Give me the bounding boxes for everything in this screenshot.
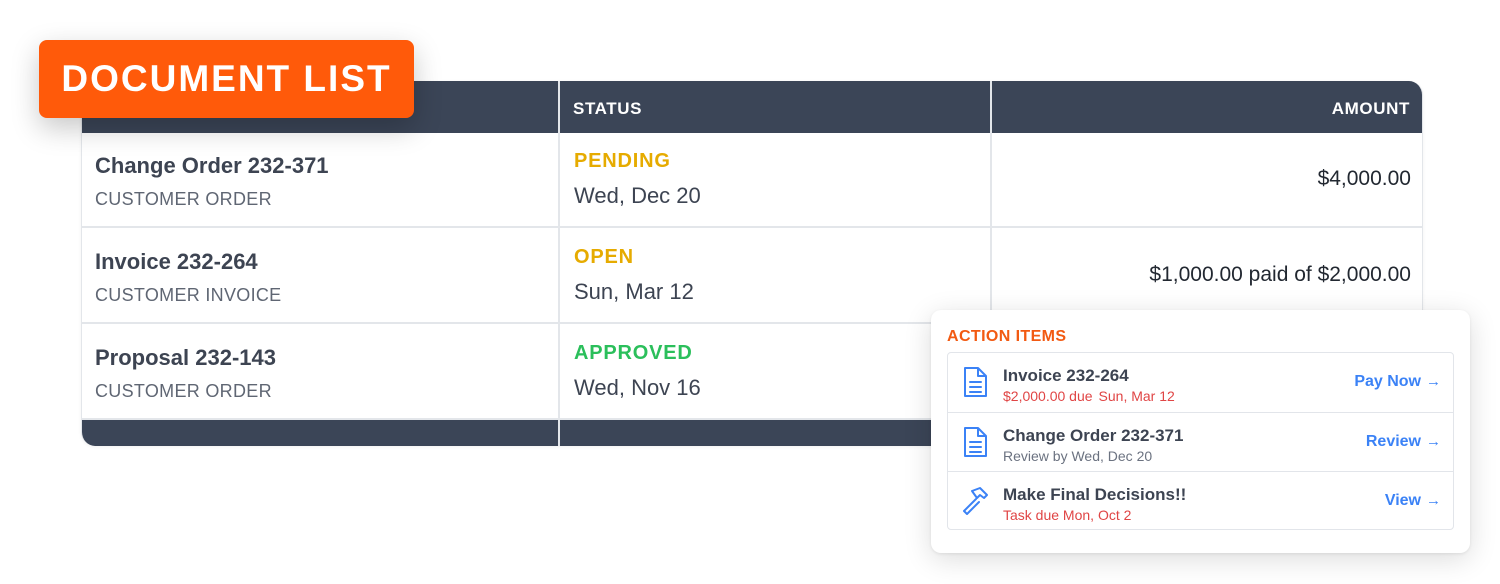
amount-value: $1,000.00 paid of $2,000.00 (1149, 263, 1411, 286)
amount-value: $4,000.00 (1317, 167, 1411, 190)
view-label: View (1384, 492, 1421, 509)
action-item-subtitle: Review by Wed, Dec 20 (1003, 448, 1153, 464)
arrow-right-icon: → (1426, 433, 1441, 450)
review-label: Review (1365, 433, 1421, 450)
status-column-header[interactable]: STATUS (573, 99, 642, 119)
column-divider (558, 81, 560, 446)
pay-now-label: Pay Now (1354, 373, 1421, 390)
document-list-badge: DOCUMENT LIST (39, 40, 414, 118)
action-items-heading: ACTION ITEMS (947, 328, 1067, 345)
arrow-right-icon: → (1426, 373, 1441, 390)
table-row[interactable]: Change Order 232-371 CUSTOMER ORDER PEND… (82, 133, 1422, 228)
due-amount: $2,000.00 due (1003, 388, 1093, 404)
action-item-title: Change Order 232-371 (1003, 426, 1184, 445)
action-items-card: ACTION ITEMS Invoice 232-264 $2,000.00 d… (931, 310, 1470, 553)
action-item-subtitle: Task due Mon, Oct 2 (1003, 507, 1132, 523)
action-item-title: Invoice 232-264 (1003, 366, 1129, 385)
document-type: CUSTOMER ORDER (95, 381, 272, 401)
status-badge: APPROVED (574, 342, 693, 364)
view-link[interactable]: View → (1385, 492, 1441, 510)
status-date: Wed, Dec 20 (574, 183, 701, 208)
document-title: Invoice 232-264 (95, 249, 258, 274)
document-title: Change Order 232-371 (95, 153, 329, 178)
document-title: Proposal 232-143 (95, 345, 276, 370)
action-item-title: Make Final Decisions!! (1003, 485, 1187, 504)
action-item-invoice[interactable]: Invoice 232-264 $2,000.00 due Sun, Mar 12… (948, 353, 1453, 412)
status-badge: PENDING (574, 150, 671, 172)
status-date: Wed, Nov 16 (574, 375, 701, 400)
document-icon (964, 427, 987, 457)
review-link[interactable]: Review → (1366, 433, 1441, 451)
status-badge: OPEN (574, 246, 634, 268)
status-date: Sun, Mar 12 (574, 279, 694, 304)
document-icon (964, 367, 987, 397)
hammer-icon (963, 487, 988, 515)
action-items-list: Invoice 232-264 $2,000.00 due Sun, Mar 12… (947, 352, 1454, 530)
document-type: CUSTOMER ORDER (95, 189, 272, 209)
pay-now-link[interactable]: Pay Now → (1354, 373, 1441, 391)
document-type: CUSTOMER INVOICE (95, 285, 282, 305)
due-date: Sun, Mar 12 (1098, 388, 1175, 404)
action-item-task[interactable]: Make Final Decisions!! Task due Mon, Oct… (948, 471, 1453, 530)
arrow-right-icon: → (1426, 492, 1441, 509)
action-item-subtitle: $2,000.00 due Sun, Mar 12 (1003, 388, 1175, 404)
action-item-change-order[interactable]: Change Order 232-371 Review by Wed, Dec … (948, 412, 1453, 471)
amount-column-header[interactable]: AMOUNT (1332, 99, 1410, 119)
